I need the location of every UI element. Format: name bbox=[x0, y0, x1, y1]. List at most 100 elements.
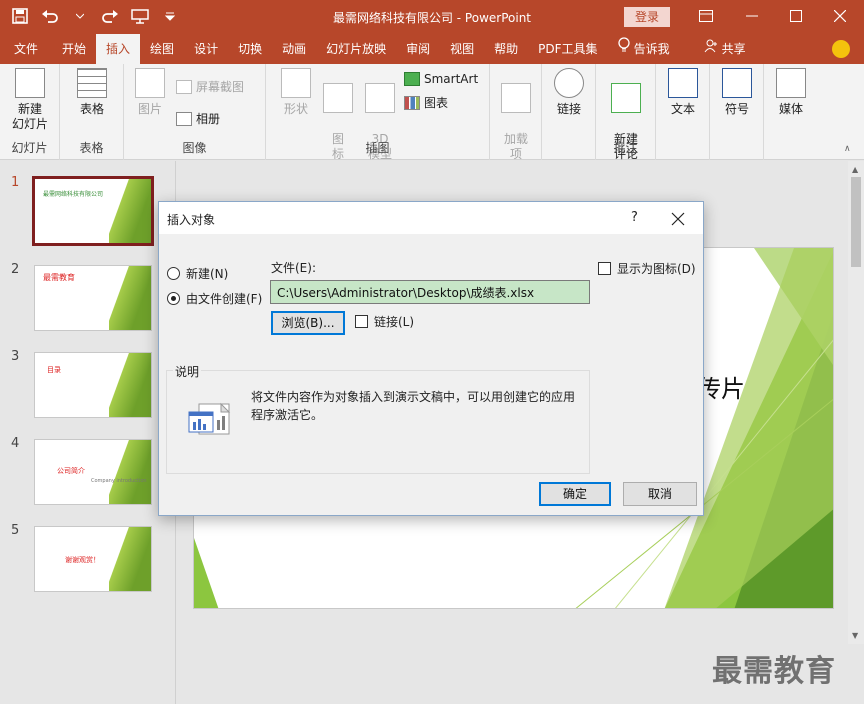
slide-number: 1 bbox=[11, 175, 20, 190]
tab-pdf-tools[interactable]: PDF工具集 bbox=[528, 34, 607, 64]
table-icon bbox=[77, 68, 107, 98]
media-button[interactable]: 媒体 bbox=[773, 68, 809, 117]
cancel-button[interactable]: 取消 bbox=[623, 482, 697, 506]
scroll-down-icon[interactable]: ▼ bbox=[852, 631, 858, 640]
photo-album-button[interactable]: 相册 bbox=[176, 110, 220, 127]
watermark: 最需教育 bbox=[712, 654, 836, 689]
tab-home[interactable]: 开始 bbox=[52, 34, 96, 64]
comment-icon bbox=[611, 83, 641, 113]
collapse-ribbon-icon[interactable]: ∧ bbox=[844, 144, 851, 154]
login-button[interactable]: 登录 bbox=[624, 7, 670, 27]
group-symbols: 符号 bbox=[710, 64, 764, 160]
radio-create-from-file-label: 由文件创建(F) bbox=[186, 292, 263, 306]
dialog-title-bar: 插入对象 ? bbox=[159, 202, 703, 234]
tab-help[interactable]: 帮助 bbox=[484, 34, 528, 64]
link-button[interactable]: 链接 bbox=[551, 68, 587, 117]
display-as-icon-checkbox[interactable]: 显示为图标(D) bbox=[598, 260, 696, 277]
radio-create-new[interactable]: 新建(N) bbox=[167, 265, 228, 282]
vertical-scrollbar[interactable]: ▲ ▼ bbox=[848, 161, 864, 644]
tell-me-label: 告诉我 bbox=[633, 42, 670, 56]
smartart-icon bbox=[404, 72, 420, 86]
checkbox-box bbox=[355, 315, 368, 328]
dialog-title: 插入对象 bbox=[167, 213, 216, 227]
tab-transitions[interactable]: 切换 bbox=[228, 34, 272, 64]
link-checkbox-label: 链接(L) bbox=[374, 315, 415, 329]
symbol-button[interactable]: 符号 bbox=[719, 68, 755, 117]
slide-number: 3 bbox=[11, 349, 20, 364]
smartart-button[interactable]: SmartArt bbox=[404, 72, 478, 86]
ok-button[interactable]: 确定 bbox=[539, 482, 611, 506]
chart-button[interactable]: 图表 bbox=[404, 94, 448, 111]
group-illustrations: 形状 图 标 3D 模型 SmartArt 图表 插图 bbox=[266, 64, 490, 161]
slide-thumbnail-text: 最需网络科技有限公司 bbox=[43, 191, 104, 198]
minimize-icon[interactable] bbox=[742, 6, 762, 26]
help-button[interactable]: ? bbox=[631, 210, 638, 225]
slide-thumbnail-text: 公司简介 bbox=[57, 467, 85, 475]
checkbox-box bbox=[598, 262, 611, 275]
picture-button[interactable]: 图片 bbox=[132, 68, 168, 117]
description-text: 将文件内容作为对象插入到演示文稿中，可以用创建它的应用程序激活它。 bbox=[251, 390, 576, 422]
file-path-input[interactable] bbox=[270, 280, 590, 304]
table-button[interactable]: 表格 bbox=[74, 68, 110, 117]
group-label-comments: 批注 bbox=[613, 141, 638, 155]
picture-icon bbox=[135, 68, 165, 98]
shapes-button[interactable]: 形状 bbox=[278, 68, 314, 117]
text-icon bbox=[668, 68, 698, 98]
slide-thumbnail-3[interactable]: 目录 bbox=[34, 352, 152, 418]
group-label-slides: 幻灯片 bbox=[11, 141, 48, 155]
group-label-illustrations: 插图 bbox=[365, 141, 390, 155]
tab-design[interactable]: 设计 bbox=[184, 34, 228, 64]
share-button[interactable]: 共享 bbox=[694, 34, 756, 64]
slide-thumbnails-panel[interactable]: 1 最需网络科技有限公司 2 最需教育 3 目录 4 公司简介 Company … bbox=[0, 161, 176, 704]
slide-thumbnail-1[interactable]: 最需网络科技有限公司 bbox=[32, 176, 154, 246]
person-icon bbox=[704, 34, 718, 64]
tab-draw[interactable]: 绘图 bbox=[140, 34, 184, 64]
browse-button[interactable]: 浏览(B)... bbox=[271, 311, 345, 335]
text-button[interactable]: 文本 bbox=[665, 68, 701, 117]
share-label: 共享 bbox=[721, 42, 746, 56]
ribbon-display-icon[interactable] bbox=[696, 6, 716, 26]
tab-slideshow[interactable]: 幻灯片放映 bbox=[316, 34, 396, 64]
slide-number: 2 bbox=[11, 262, 20, 277]
tab-file[interactable]: 文件 bbox=[0, 34, 52, 64]
maximize-icon[interactable] bbox=[786, 6, 806, 26]
slide-number: 4 bbox=[11, 436, 20, 451]
slide-thumbnail-text: 最需教育 bbox=[43, 273, 75, 282]
chart-icon bbox=[404, 95, 420, 110]
slide-thumbnail-2[interactable]: 最需教育 bbox=[34, 265, 152, 331]
radio-circle bbox=[167, 267, 180, 280]
close-icon bbox=[671, 212, 685, 226]
photo-album-icon bbox=[176, 111, 192, 126]
tab-review[interactable]: 审阅 bbox=[396, 34, 440, 64]
group-links: 链接 bbox=[542, 64, 596, 160]
group-images: 图片 屏幕截图 相册 图像 bbox=[124, 64, 266, 160]
close-icon[interactable] bbox=[830, 6, 850, 26]
group-label-images: 图像 bbox=[182, 141, 207, 155]
screenshot-button[interactable]: 屏幕截图 bbox=[176, 78, 244, 95]
link-checkbox[interactable]: 链接(L) bbox=[355, 313, 414, 330]
tab-animations[interactable]: 动画 bbox=[272, 34, 316, 64]
slide-thumbnail-text: 谢谢观赏！ bbox=[65, 556, 100, 564]
group-slides: 新建 幻灯片 幻灯片 bbox=[0, 64, 60, 160]
scrollbar-thumb[interactable] bbox=[851, 177, 861, 267]
icons-icon bbox=[323, 83, 353, 113]
radio-create-from-file[interactable]: 由文件创建(F) bbox=[167, 290, 262, 307]
slide-thumbnail-subtext: Company introduction bbox=[91, 478, 147, 484]
slide-thumbnail-4[interactable]: 公司简介 Company introduction bbox=[34, 439, 152, 505]
new-slide-button[interactable]: 新建 幻灯片 bbox=[6, 68, 54, 132]
new-slide-icon bbox=[15, 68, 45, 98]
shapes-icon bbox=[281, 68, 311, 98]
cube-icon bbox=[365, 83, 395, 113]
slide-thumbnail-5[interactable]: 谢谢观赏！ bbox=[34, 526, 152, 592]
tab-insert[interactable]: 插入 bbox=[96, 34, 141, 64]
tab-view[interactable]: 视图 bbox=[440, 34, 484, 64]
group-comments: 新建 评论 批注 bbox=[596, 64, 656, 161]
scroll-up-icon[interactable]: ▲ bbox=[852, 165, 858, 174]
feedback-smiley-icon[interactable] bbox=[832, 40, 850, 58]
dialog-close-button[interactable] bbox=[671, 206, 685, 231]
description-title: 说明 bbox=[173, 363, 202, 380]
group-label-tables: 表格 bbox=[79, 141, 104, 155]
embedded-object-icon bbox=[187, 402, 231, 439]
tell-me-search[interactable]: 告诉我 bbox=[608, 34, 680, 64]
slide-title-fragment[interactable]: 传片 bbox=[697, 369, 745, 404]
